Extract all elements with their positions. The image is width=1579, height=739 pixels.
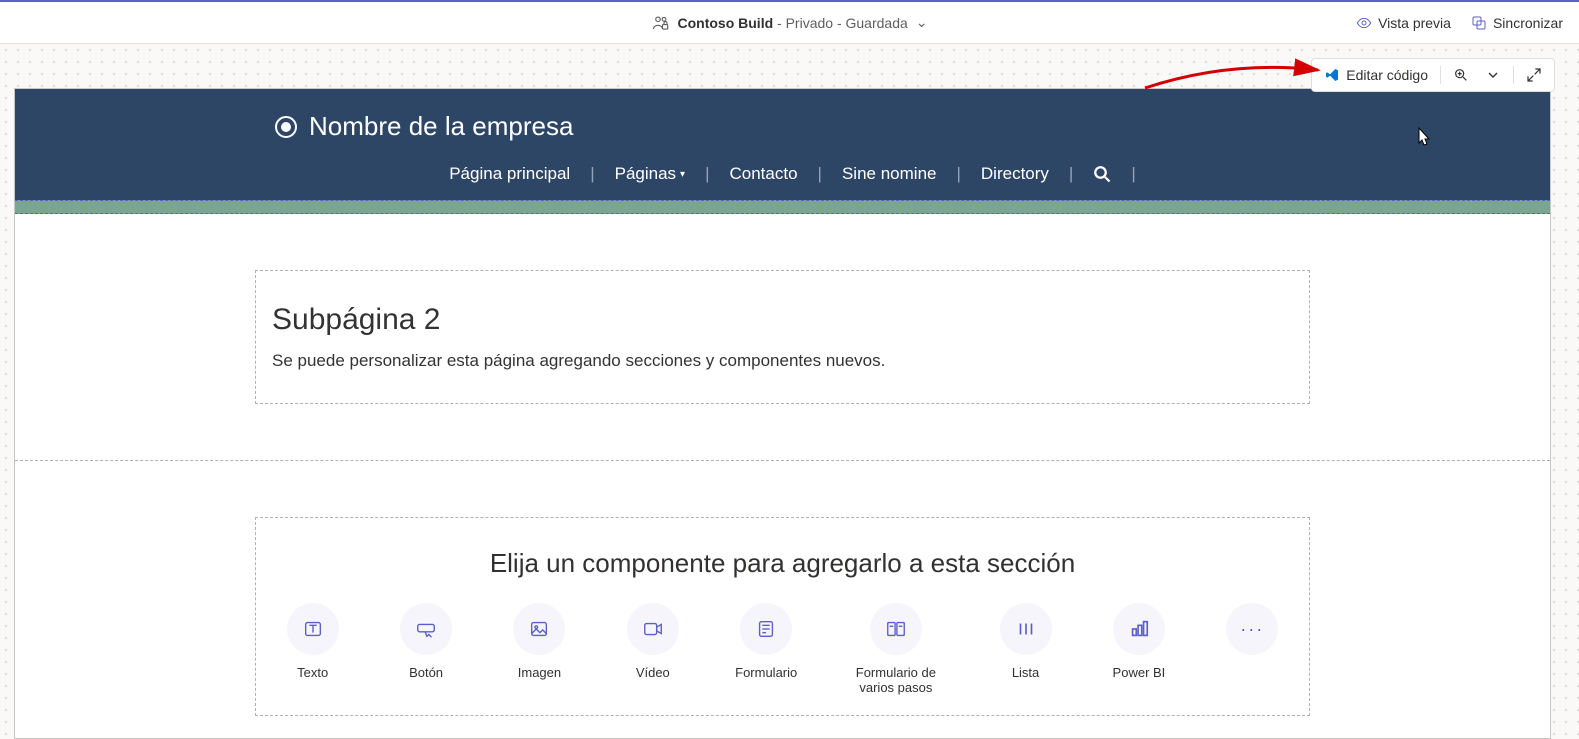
zoom-button[interactable] [1447,63,1475,87]
title-section[interactable]: Subpágina 2 Se puede personalizar esta p… [255,270,1310,404]
fullscreen-button[interactable] [1520,63,1548,87]
sync-button[interactable]: Sincronizar [1471,15,1563,31]
image-icon [528,618,550,640]
chevron-down-icon [1485,67,1501,83]
caret-down-icon: ▾ [680,169,685,180]
component-picker: Elija un componente para agregarlo a est… [255,517,1310,716]
nav-home[interactable]: Página principal [429,164,590,184]
component-image[interactable]: Imagen [503,603,576,695]
component-more[interactable]: ··· [1216,603,1289,695]
site-nav: Página principal | Páginas▾ | Contacto |… [15,142,1550,200]
nav-directory[interactable]: Directory [961,164,1069,184]
people-lock-icon [651,14,669,32]
expand-icon [1526,67,1542,83]
page-title: Subpágina 2 [272,303,1293,337]
search-icon [1093,165,1111,183]
page-subtitle: Se puede personalizar esta página agrega… [272,351,1293,371]
site-header: Nombre de la empresa Página principal | … [15,89,1550,200]
hero-strip[interactable] [15,200,1550,214]
cursor-pointer-icon [1413,126,1433,155]
component-form[interactable]: Formulario [730,603,803,695]
form-icon [755,618,777,640]
scrollbar[interactable] [1550,89,1551,738]
sync-icon [1471,15,1487,31]
button-icon [415,618,437,640]
chevron-down-icon[interactable]: ⌄ [916,14,928,31]
nav-pages[interactable]: Páginas▾ [595,164,705,184]
text-icon [302,618,324,640]
edit-code-button[interactable]: Editar código [1318,63,1434,87]
nav-contact[interactable]: Contacto [710,164,818,184]
section-divider [15,460,1550,461]
nav-sine-nomine[interactable]: Sine nomine [822,164,957,184]
page-content: Subpágina 2 Se puede personalizar esta p… [15,214,1550,739]
design-canvas: Editar código Nombre de la empresa Págin… [0,44,1579,739]
component-text[interactable]: Texto [276,603,349,695]
component-powerbi[interactable]: Power BI [1102,603,1175,695]
project-status: - Privado - Guardada [777,15,908,31]
brand-logo-icon [275,116,297,138]
chart-icon [1128,618,1150,640]
zoom-icon [1453,67,1469,83]
preview-button[interactable]: Vista previa [1356,15,1451,31]
top-command-bar: Contoso Build - Privado - Guardada ⌄ Vis… [0,0,1579,44]
component-video[interactable]: Vídeo [616,603,689,695]
zoom-dropdown[interactable] [1479,63,1507,87]
multistep-form-icon [885,618,907,640]
eye-icon [1356,15,1372,31]
project-title-group[interactable]: Contoso Build - Privado - Guardada ⌄ [651,14,927,32]
site-preview-frame: Nombre de la empresa Página principal | … [14,88,1551,739]
component-multistep-form[interactable]: Formulario de varios pasos [843,603,949,695]
canvas-toolbar: Editar código [1311,58,1555,92]
annotation-arrow [1140,58,1330,98]
project-name: Contoso Build [677,15,773,31]
list-icon [1015,618,1037,640]
video-icon [642,618,664,640]
site-brand[interactable]: Nombre de la empresa [15,111,1550,142]
ellipsis-icon: ··· [1240,619,1264,640]
component-button[interactable]: Botón [389,603,462,695]
picker-title: Elija un componente para agregarlo a est… [276,548,1289,579]
nav-search[interactable] [1073,165,1131,183]
component-list[interactable]: Lista [989,603,1062,695]
